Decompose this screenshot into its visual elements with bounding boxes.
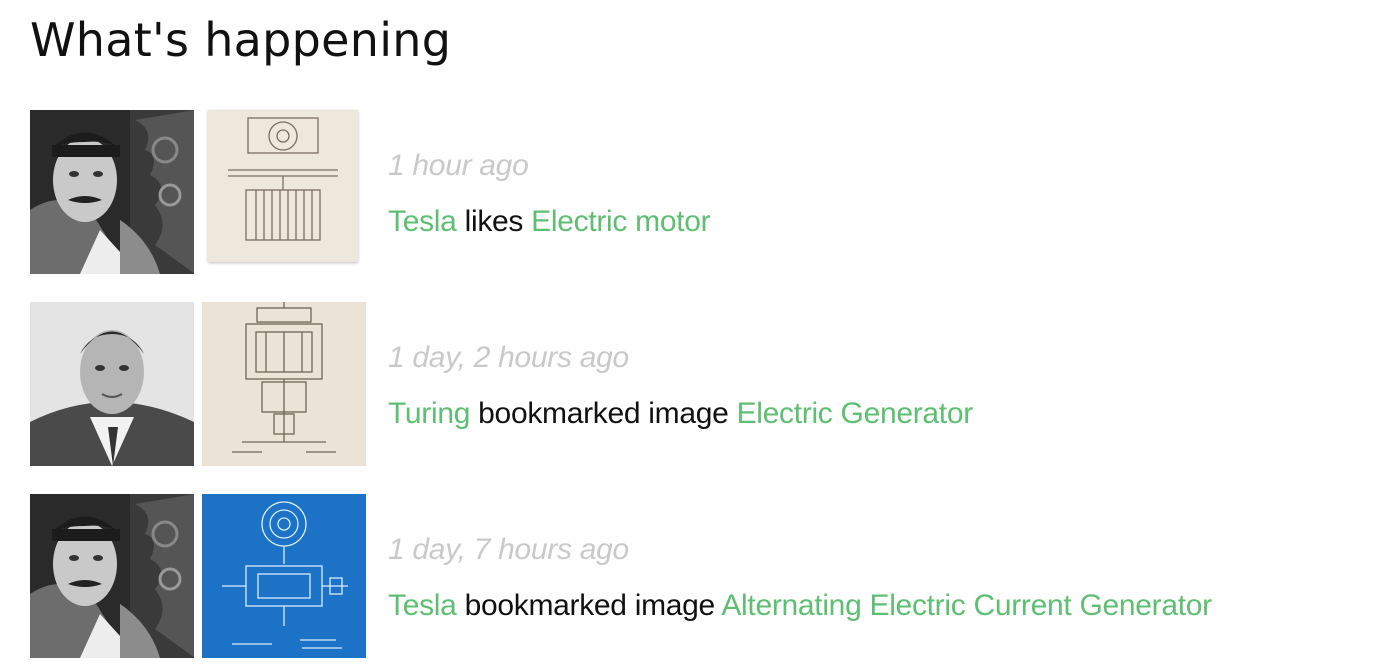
timestamp: 1 hour ago <box>388 149 529 182</box>
avatar[interactable] <box>30 302 194 466</box>
timestamp: 1 day, 7 hours ago <box>388 533 629 566</box>
patent-drawing-image <box>208 110 358 262</box>
patent-drawing-image <box>202 302 366 466</box>
activity-text: Tesla bookmarked image Alternating Elect… <box>388 586 1212 626</box>
timestamp: 1 day, 2 hours ago <box>388 341 629 374</box>
target-link[interactable]: Electric Generator <box>737 397 974 430</box>
tesla-portrait-image <box>30 110 194 274</box>
actor-link[interactable]: Tesla <box>388 589 457 622</box>
object-thumbnail[interactable] <box>208 110 358 262</box>
actor-link[interactable]: Turing <box>388 397 470 430</box>
avatar[interactable] <box>30 494 194 658</box>
feed-item-meta: 1 day, 2 hours ago Turing bookmarked ima… <box>388 338 973 434</box>
activity-feed: 1 hour ago Tesla likes Electric motor 1 … <box>30 110 1360 658</box>
feed-item: 1 day, 2 hours ago Turing bookmarked ima… <box>30 302 1360 466</box>
actor-link[interactable]: Tesla <box>388 205 457 238</box>
feed-item: 1 hour ago Tesla likes Electric motor <box>30 110 1360 274</box>
activity-verb: likes <box>464 205 524 238</box>
feed-item-meta: 1 day, 7 hours ago Tesla bookmarked imag… <box>388 530 1212 626</box>
object-thumbnail[interactable] <box>202 302 366 466</box>
object-thumbnail[interactable] <box>202 494 366 658</box>
turing-portrait-image <box>30 302 194 466</box>
activity-text: Turing bookmarked image Electric Generat… <box>388 394 973 434</box>
activity-verb: bookmarked image <box>464 589 716 622</box>
target-link[interactable]: Alternating Electric Current Generator <box>721 589 1212 622</box>
avatar[interactable] <box>30 110 194 274</box>
feed-item: 1 day, 7 hours ago Tesla bookmarked imag… <box>30 494 1360 658</box>
feed-item-meta: 1 hour ago Tesla likes Electric motor <box>388 146 711 242</box>
tesla-portrait-image <box>30 494 194 658</box>
blueprint-drawing-image <box>202 494 366 658</box>
activity-verb: bookmarked image <box>478 397 729 430</box>
target-link[interactable]: Electric motor <box>531 205 710 238</box>
activity-text: Tesla likes Electric motor <box>388 202 711 242</box>
page-title: What's happening <box>30 13 452 67</box>
